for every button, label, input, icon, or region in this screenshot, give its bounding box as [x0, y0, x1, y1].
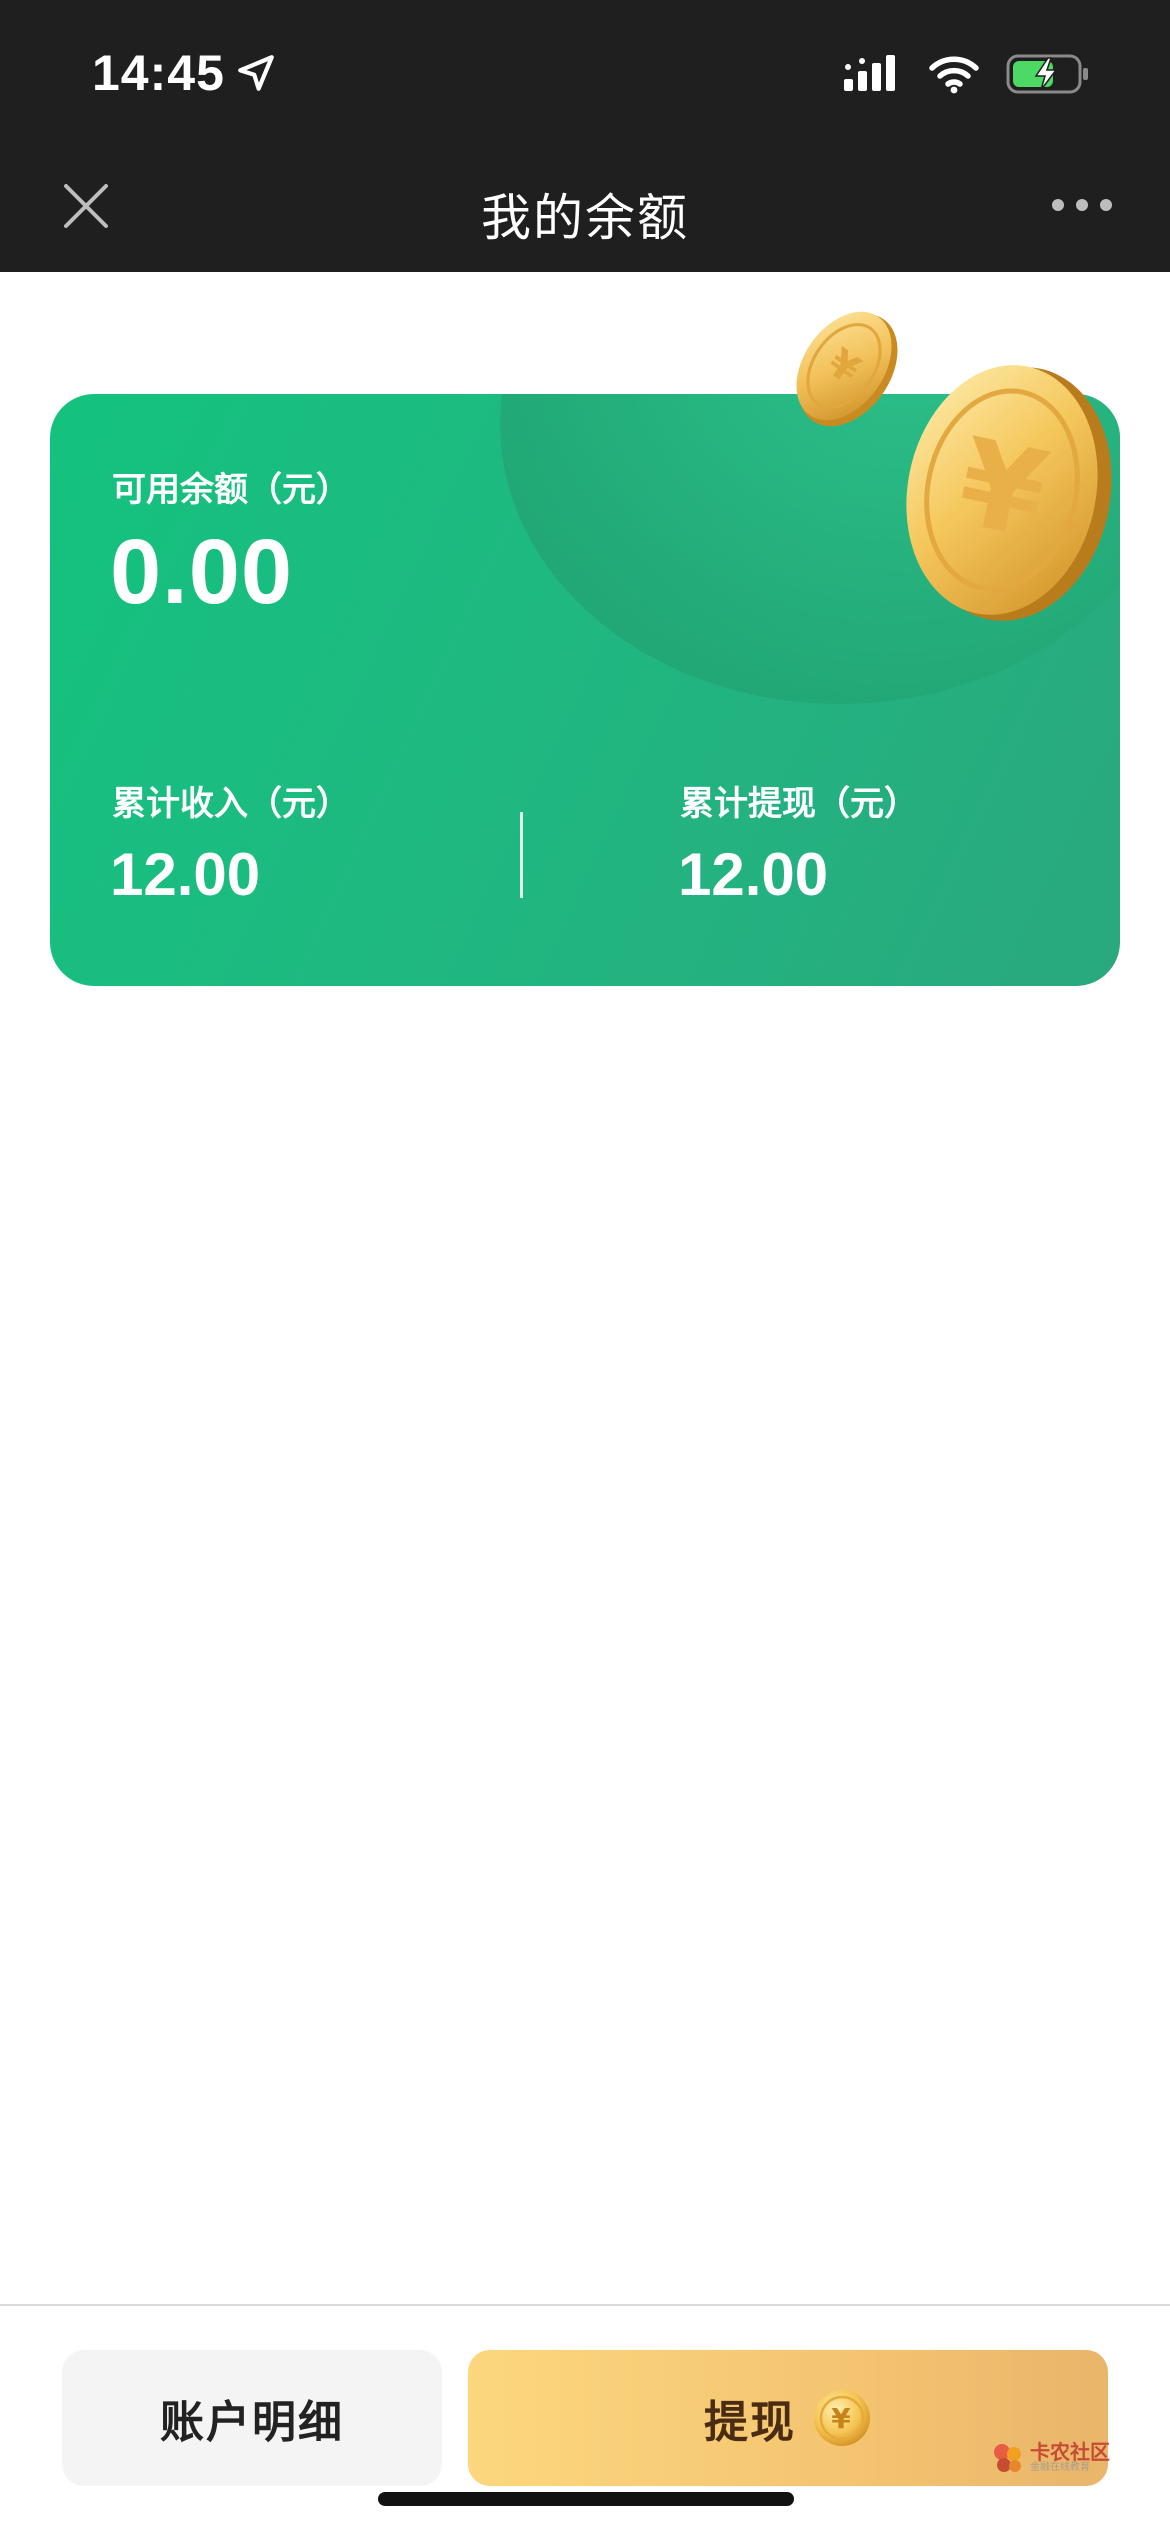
watermark-logo-icon [990, 2440, 1026, 2476]
battery-charging-icon [1006, 52, 1090, 96]
card-divider [520, 812, 523, 898]
status-time: 14:45 [92, 44, 277, 102]
more-button[interactable] [1050, 190, 1114, 220]
total-income-label: 累计收入（元） [112, 785, 350, 823]
wifi-icon [928, 54, 980, 94]
coin-large-icon: ¥ [896, 354, 1116, 634]
status-icons [842, 52, 1090, 96]
available-balance-label: 可用余额（元） [112, 471, 350, 509]
total-withdrawn-label: 累计提现（元） [680, 785, 918, 823]
home-indicator[interactable] [378, 2492, 794, 2506]
account-detail-button[interactable]: 账户明细 [62, 2350, 442, 2486]
page-title: 我的余额 [481, 190, 689, 246]
watermark: 卡农社区 金融在线教育 [990, 2440, 1110, 2476]
coin-small-icon: ¥ [788, 300, 908, 440]
top-bar: 14:45 我的余额 [0, 0, 1170, 272]
location-arrow-icon [235, 52, 277, 94]
account-detail-label: 账户明细 [160, 2398, 344, 2447]
watermark-title: 卡农社区 [1030, 2442, 1110, 2464]
bottom-divider [0, 2304, 1170, 2306]
status-time-text: 14:45 [92, 45, 225, 101]
more-icon [1050, 190, 1114, 220]
svg-text:¥: ¥ [831, 2402, 852, 2435]
watermark-text-block: 卡农社区 金融在线教育 [1030, 2443, 1110, 2473]
watermark-subtitle: 金融在线教育 [1030, 2462, 1090, 2473]
total-withdrawn-value: 12.00 [678, 841, 829, 908]
yen-coin-icon: ¥ [812, 2388, 872, 2448]
total-income-value: 12.00 [110, 841, 261, 908]
withdraw-label: 提现 [704, 2398, 796, 2447]
available-balance-value: 0.00 [110, 521, 294, 623]
cellular-signal-icon [842, 53, 902, 95]
